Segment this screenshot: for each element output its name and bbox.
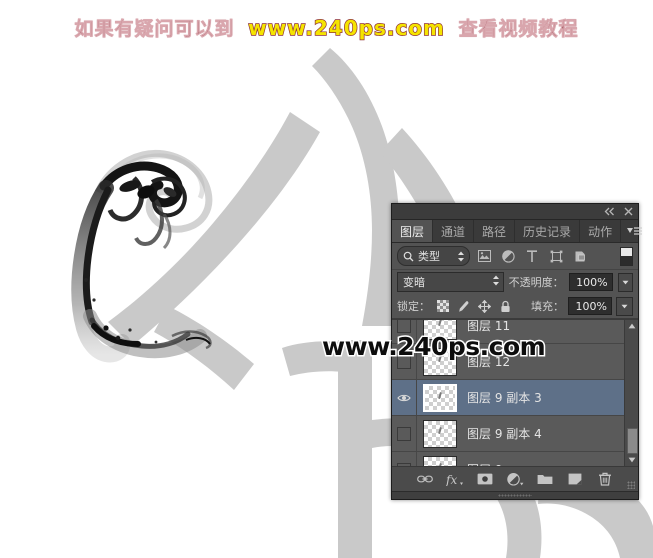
svg-text:fx: fx xyxy=(446,473,457,486)
tab-paths[interactable]: 路径 xyxy=(474,220,516,242)
layer-visibility-toggle[interactable] xyxy=(392,452,417,466)
center-watermark: www.240ps.com xyxy=(320,331,547,363)
layer-thumbnail[interactable] xyxy=(423,383,457,412)
link-layers-icon[interactable] xyxy=(416,470,434,488)
lock-transparency-icon[interactable] xyxy=(434,298,451,315)
layer-mask-icon[interactable] xyxy=(476,470,494,488)
filter-adjustment-icon[interactable] xyxy=(498,247,518,265)
table-row[interactable]: 图层 9 xyxy=(392,452,625,466)
updown-arrows-icon xyxy=(458,251,464,261)
banner-url-text: www.240ps.com xyxy=(247,15,445,40)
layer-visibility-toggle[interactable] xyxy=(392,416,417,451)
ink-brush-artwork xyxy=(71,149,213,363)
filter-kind-label: 类型 xyxy=(418,250,440,263)
filter-pixel-icon[interactable] xyxy=(474,247,494,265)
eye-off-icon xyxy=(397,426,411,441)
tab-actions[interactable]: 动作 xyxy=(580,220,622,242)
scroll-down-arrow-icon[interactable] xyxy=(625,454,638,466)
layer-visibility-toggle[interactable] xyxy=(392,380,417,415)
adjustment-layer-icon[interactable] xyxy=(506,470,524,488)
new-layer-icon[interactable] xyxy=(566,470,584,488)
scroll-up-arrow-icon[interactable] xyxy=(625,320,638,332)
lock-position-icon[interactable] xyxy=(476,298,493,315)
fill-label: 填充： xyxy=(531,300,564,313)
opacity-label: 不透明度： xyxy=(508,276,564,289)
layer-style-fx-icon[interactable]: fx xyxy=(446,470,464,488)
fill-dropdown-icon[interactable] xyxy=(616,296,633,316)
filter-type-icon[interactable] xyxy=(522,247,542,265)
banner-suffix-text: 查看视频教程 xyxy=(458,18,579,41)
filter-shape-icon[interactable] xyxy=(546,247,566,265)
panel-menu-icon[interactable] xyxy=(621,220,648,242)
opacity-input[interactable]: 100% xyxy=(568,273,613,291)
app-canvas: 如果有疑问可以到 www.240ps.com 查看视频教程 www.240ps.… xyxy=(0,0,653,558)
scrollbar-track[interactable] xyxy=(625,332,638,454)
search-icon xyxy=(403,251,414,261)
layers-scrollbar[interactable] xyxy=(624,320,638,466)
panel-drag-dots xyxy=(498,494,532,497)
collapse-icon[interactable] xyxy=(604,206,615,217)
resize-grip[interactable] xyxy=(627,481,635,489)
filter-enable-toggle[interactable] xyxy=(620,246,633,266)
eye-icon xyxy=(397,394,411,401)
delete-layer-icon[interactable] xyxy=(596,470,614,488)
opacity-dropdown-icon[interactable] xyxy=(617,272,633,292)
close-icon[interactable] xyxy=(623,206,634,217)
layer-name: 图层 9 副本 3 xyxy=(467,391,542,405)
tab-history[interactable]: 历史记录 xyxy=(515,220,581,242)
layer-name: 图层 9 副本 4 xyxy=(467,427,542,441)
panel-bottom-bar xyxy=(392,491,638,499)
filter-kind-select[interactable]: 类型 xyxy=(397,246,470,266)
banner-prefix-text: 如果有疑问可以到 xyxy=(74,18,235,41)
new-group-icon[interactable] xyxy=(536,470,554,488)
layers-footer-toolbar: fx xyxy=(392,466,638,491)
tab-channels[interactable]: 通道 xyxy=(433,220,475,242)
blend-mode-row: 变暗 不透明度： 100% xyxy=(392,270,638,294)
filter-smartobject-icon[interactable] xyxy=(570,247,590,265)
blend-mode-select[interactable]: 变暗 xyxy=(397,272,504,292)
layer-thumbnail[interactable] xyxy=(423,419,457,448)
layer-filter-bar: 类型 xyxy=(392,243,638,270)
layer-thumbnail[interactable] xyxy=(423,455,457,466)
eye-off-icon xyxy=(397,320,411,333)
scrollbar-thumb[interactable] xyxy=(627,428,638,454)
lock-all-icon[interactable] xyxy=(497,298,514,315)
fill-input[interactable]: 100% xyxy=(568,297,612,315)
lock-image-icon[interactable] xyxy=(455,298,472,315)
table-row[interactable]: 图层 9 副本 4 xyxy=(392,416,625,452)
updown-arrows-icon xyxy=(492,275,500,289)
lock-row: 锁定： 填充： 100% xyxy=(392,294,638,319)
tutorial-banner: 如果有疑问可以到 www.240ps.com 查看视频教程 xyxy=(0,14,653,41)
blend-mode-value: 变暗 xyxy=(403,276,425,289)
table-row[interactable]: 图层 9 副本 3 xyxy=(392,380,625,416)
tab-layers[interactable]: 图层 xyxy=(392,220,434,242)
panel-tabs: 图层 通道 路径 历史记录 动作 xyxy=(392,220,643,243)
lock-label: 锁定： xyxy=(397,300,430,313)
panel-titlebar xyxy=(392,204,638,220)
